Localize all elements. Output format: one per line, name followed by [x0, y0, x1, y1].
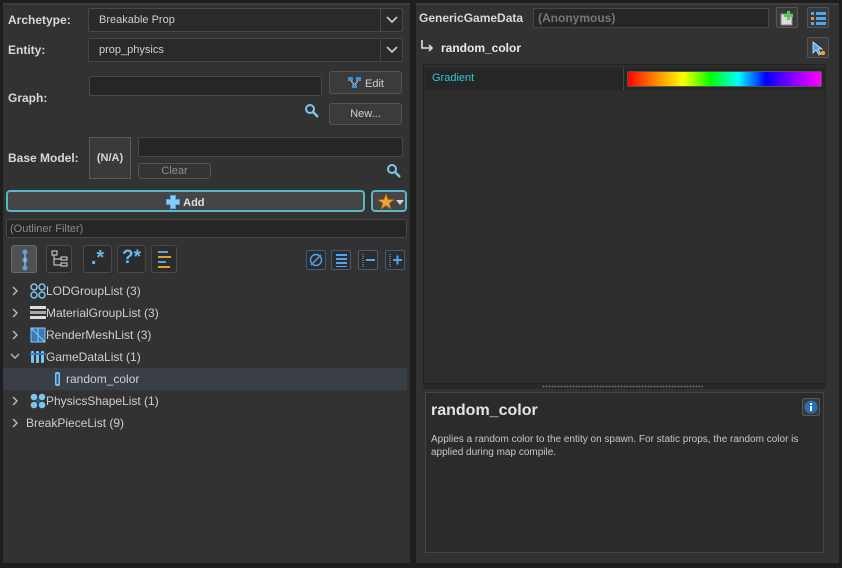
description-text: Applies a random color to the entity on … — [431, 434, 799, 458]
entity-value: prop_physics — [99, 44, 164, 56]
arrow-return-icon — [421, 40, 434, 52]
description-title: random_color — [431, 402, 538, 419]
chevron-right-icon[interactable] — [11, 286, 19, 296]
list-mode-button[interactable] — [331, 250, 351, 270]
splitter-handle[interactable] — [423, 384, 826, 389]
gradient-swatch[interactable] — [627, 71, 822, 87]
archetype-value: Breakable Prop — [99, 14, 175, 26]
no-filter-icon — [309, 253, 323, 267]
add-button[interactable]: Add — [6, 190, 365, 212]
chevron-right-icon[interactable] — [11, 418, 19, 428]
description-panel: random_color Applies a random color to t… — [425, 392, 824, 553]
property-grid: Gradient — [423, 64, 826, 384]
lod-group-icon — [30, 283, 46, 299]
entity-dropdown[interactable]: prop_physics — [88, 38, 403, 62]
pick-cursor-icon — [812, 41, 826, 56]
tree-row-label: random_color — [66, 372, 140, 386]
tree-row-render-mesh-list[interactable]: RenderMeshList (3) — [3, 324, 407, 346]
archetype-label: Archetype: — [8, 13, 71, 27]
instance-name-input[interactable]: (Anonymous) — [533, 8, 769, 28]
property-list-icon — [811, 12, 826, 25]
tree-row-label: BreakPieceList (9) — [26, 416, 125, 430]
base-model-browse-icon[interactable] — [386, 163, 402, 179]
list-icon — [336, 254, 347, 267]
caret-down-icon — [396, 200, 404, 205]
chevron-down-icon — [380, 39, 402, 61]
chevron-down-icon[interactable] — [10, 352, 20, 360]
tree-row-break-piece-list[interactable]: BreakPieceList (9) — [3, 412, 407, 434]
add-icon — [166, 195, 181, 209]
graph-edit-button[interactable]: Edit — [329, 71, 402, 94]
pick-button[interactable] — [807, 37, 829, 58]
physics-shape-icon — [30, 393, 46, 409]
tree-row-lod-group-list[interactable]: LODGroupList (3) — [3, 280, 407, 302]
tree-row-label: GameDataList (1) — [46, 350, 141, 364]
graph-field[interactable] — [89, 76, 322, 96]
graph-label: Graph: — [8, 91, 48, 105]
tree-row-material-group-list[interactable]: MaterialGroupList (3) — [3, 302, 407, 324]
graph-edit-icon — [348, 77, 362, 88]
collapse-all-icon — [362, 254, 375, 267]
graph-browse-icon[interactable] — [304, 103, 320, 119]
star-icon — [378, 194, 394, 209]
expand-all-icon — [389, 254, 402, 267]
property-row-gradient[interactable]: Gradient — [425, 68, 826, 90]
property-divider — [623, 68, 624, 90]
graph-new-button[interactable]: New... — [329, 103, 402, 125]
outliner-tree: LODGroupList (3) MaterialGroupList (3) R… — [3, 280, 407, 434]
property-name: Gradient — [432, 72, 475, 84]
base-model-clear-button[interactable]: Clear — [138, 163, 211, 179]
clear-filter-button[interactable] — [306, 250, 326, 270]
chevron-down-icon — [380, 9, 402, 31]
property-list-button[interactable] — [807, 7, 829, 28]
tree-view-icon — [51, 250, 68, 267]
base-model-thumbnail[interactable]: (N/A) — [89, 137, 131, 179]
game-data-item-icon — [55, 372, 60, 386]
sort-list-icon — [158, 251, 171, 268]
regex-filter-button[interactable]: .* — [83, 245, 112, 273]
hierarchy-view-button[interactable] — [11, 245, 37, 273]
expand-all-button[interactable] — [385, 250, 405, 270]
chevron-right-icon[interactable] — [11, 308, 19, 318]
new-page-button[interactable] — [776, 7, 798, 28]
tree-row-game-data-list[interactable]: GameDataList (1) — [3, 346, 407, 368]
info-button[interactable] — [802, 398, 820, 416]
tree-row-label: RenderMeshList (3) — [46, 328, 152, 342]
graph-edit-label: Edit — [365, 78, 384, 90]
collapse-all-button[interactable] — [358, 250, 378, 270]
tree-row-label: MaterialGroupList (3) — [46, 306, 159, 320]
hierarchy-view-icon — [22, 249, 28, 271]
outliner-filter-input[interactable]: (Outliner Filter) — [6, 219, 407, 238]
tree-row-physics-shape-list[interactable]: PhysicsShapeList (1) — [3, 390, 407, 412]
archetype-dropdown[interactable]: Breakable Prop — [88, 8, 403, 32]
splitter-grip — [542, 385, 703, 388]
sort-button[interactable] — [151, 245, 177, 273]
tree-view-button[interactable] — [46, 245, 72, 273]
game-data-icon — [30, 351, 46, 363]
class-name-label: GenericGameData — [419, 11, 524, 25]
material-group-icon — [30, 306, 46, 319]
favorites-button[interactable] — [371, 190, 407, 212]
node-title: random_color — [441, 41, 522, 55]
add-label: Add — [183, 197, 205, 209]
new-page-icon — [780, 11, 793, 26]
base-model-field[interactable] — [138, 137, 403, 157]
tree-row-label: LODGroupList (3) — [46, 284, 141, 298]
chevron-right-icon[interactable] — [11, 330, 19, 340]
entity-label: Entity: — [8, 43, 46, 57]
wildcard-filter-button[interactable]: ?* — [117, 245, 146, 273]
base-model-label: Base Model: — [8, 151, 79, 165]
chevron-right-icon[interactable] — [11, 396, 19, 406]
info-icon — [804, 400, 818, 414]
tree-row-random-color[interactable]: random_color — [3, 368, 407, 390]
render-mesh-icon — [30, 327, 46, 343]
tree-row-label: PhysicsShapeList (1) — [46, 394, 159, 408]
